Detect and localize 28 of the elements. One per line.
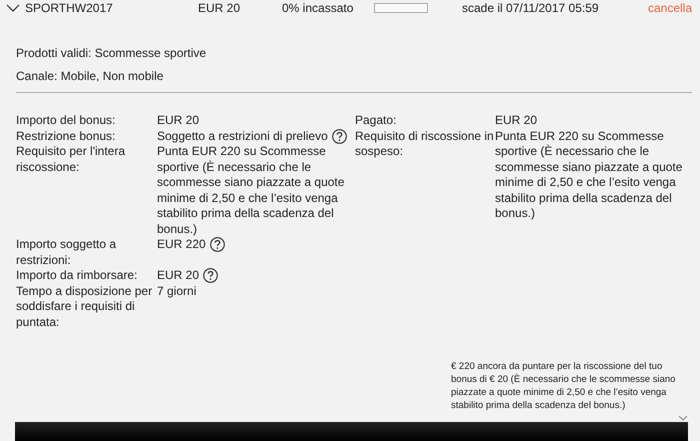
field-label: Restrizione bonus:	[16, 128, 116, 144]
bonus-amount: EUR 20	[198, 1, 242, 15]
field-value: EUR 20	[157, 268, 200, 284]
field-value: EUR 20	[157, 113, 200, 128]
field-value: EUR 220	[157, 237, 206, 252]
cancel-link[interactable]: cancella	[648, 1, 692, 15]
info-line: Canale: Mobile, Non mobile	[16, 69, 164, 84]
help-icon[interactable]	[332, 128, 347, 144]
field-label: Tempo a disposizione per soddisfare i requisiti di puntata:	[16, 284, 154, 330]
field-label: Importo soggetto a restrizioni:	[16, 237, 118, 268]
info-line: Prodotti validi: Scommesse sportive	[16, 46, 208, 61]
help-icon[interactable]	[210, 237, 225, 252]
field-label: Importo da rimborsare:	[16, 268, 138, 284]
expiry-date: scade il 07/11/2017 05:59	[462, 1, 600, 15]
field-label: Requisito di riscossione in sospeso:	[355, 128, 495, 160]
chevron-down-icon[interactable]	[6, 3, 20, 13]
field-value: EUR 20	[495, 113, 538, 128]
field-value: Soggetto a restrizioni di prelievo	[157, 128, 328, 144]
field-label: Pagato:	[355, 113, 398, 128]
remaining-note: € 220 ancora da puntare per la riscossione del tuo bonus di € 20 (È necessario che le scommesse siano piazzate a quote minime di 2,50 e che l’esito venga stabilito prima della scadenza del bonus.)	[451, 360, 676, 412]
help-icon[interactable]	[203, 268, 218, 283]
field-label: Importo del bonus:	[16, 113, 116, 128]
collected-status: 0% incassato	[282, 1, 354, 15]
field-label: Requisito per l'intera riscossione:	[16, 144, 126, 176]
field-value: Punta EUR 220 su Scommesse sportive (È necessario che le scommesse siano piazzate a quote minime di 2,50 e che l’esito venga stabilito prima della scadenza del bonus.)	[157, 144, 346, 237]
field-value: 7 giorni	[157, 284, 196, 299]
field-value: Punta EUR 220 su Scommesse sportive (È necessario che le scommesse siano piazzate a quote minime di 2,50 e che l’esito venga stabilito prima della scadenza del bonus.)	[495, 128, 684, 222]
bonus-code: SPORTHW2017	[25, 1, 114, 15]
